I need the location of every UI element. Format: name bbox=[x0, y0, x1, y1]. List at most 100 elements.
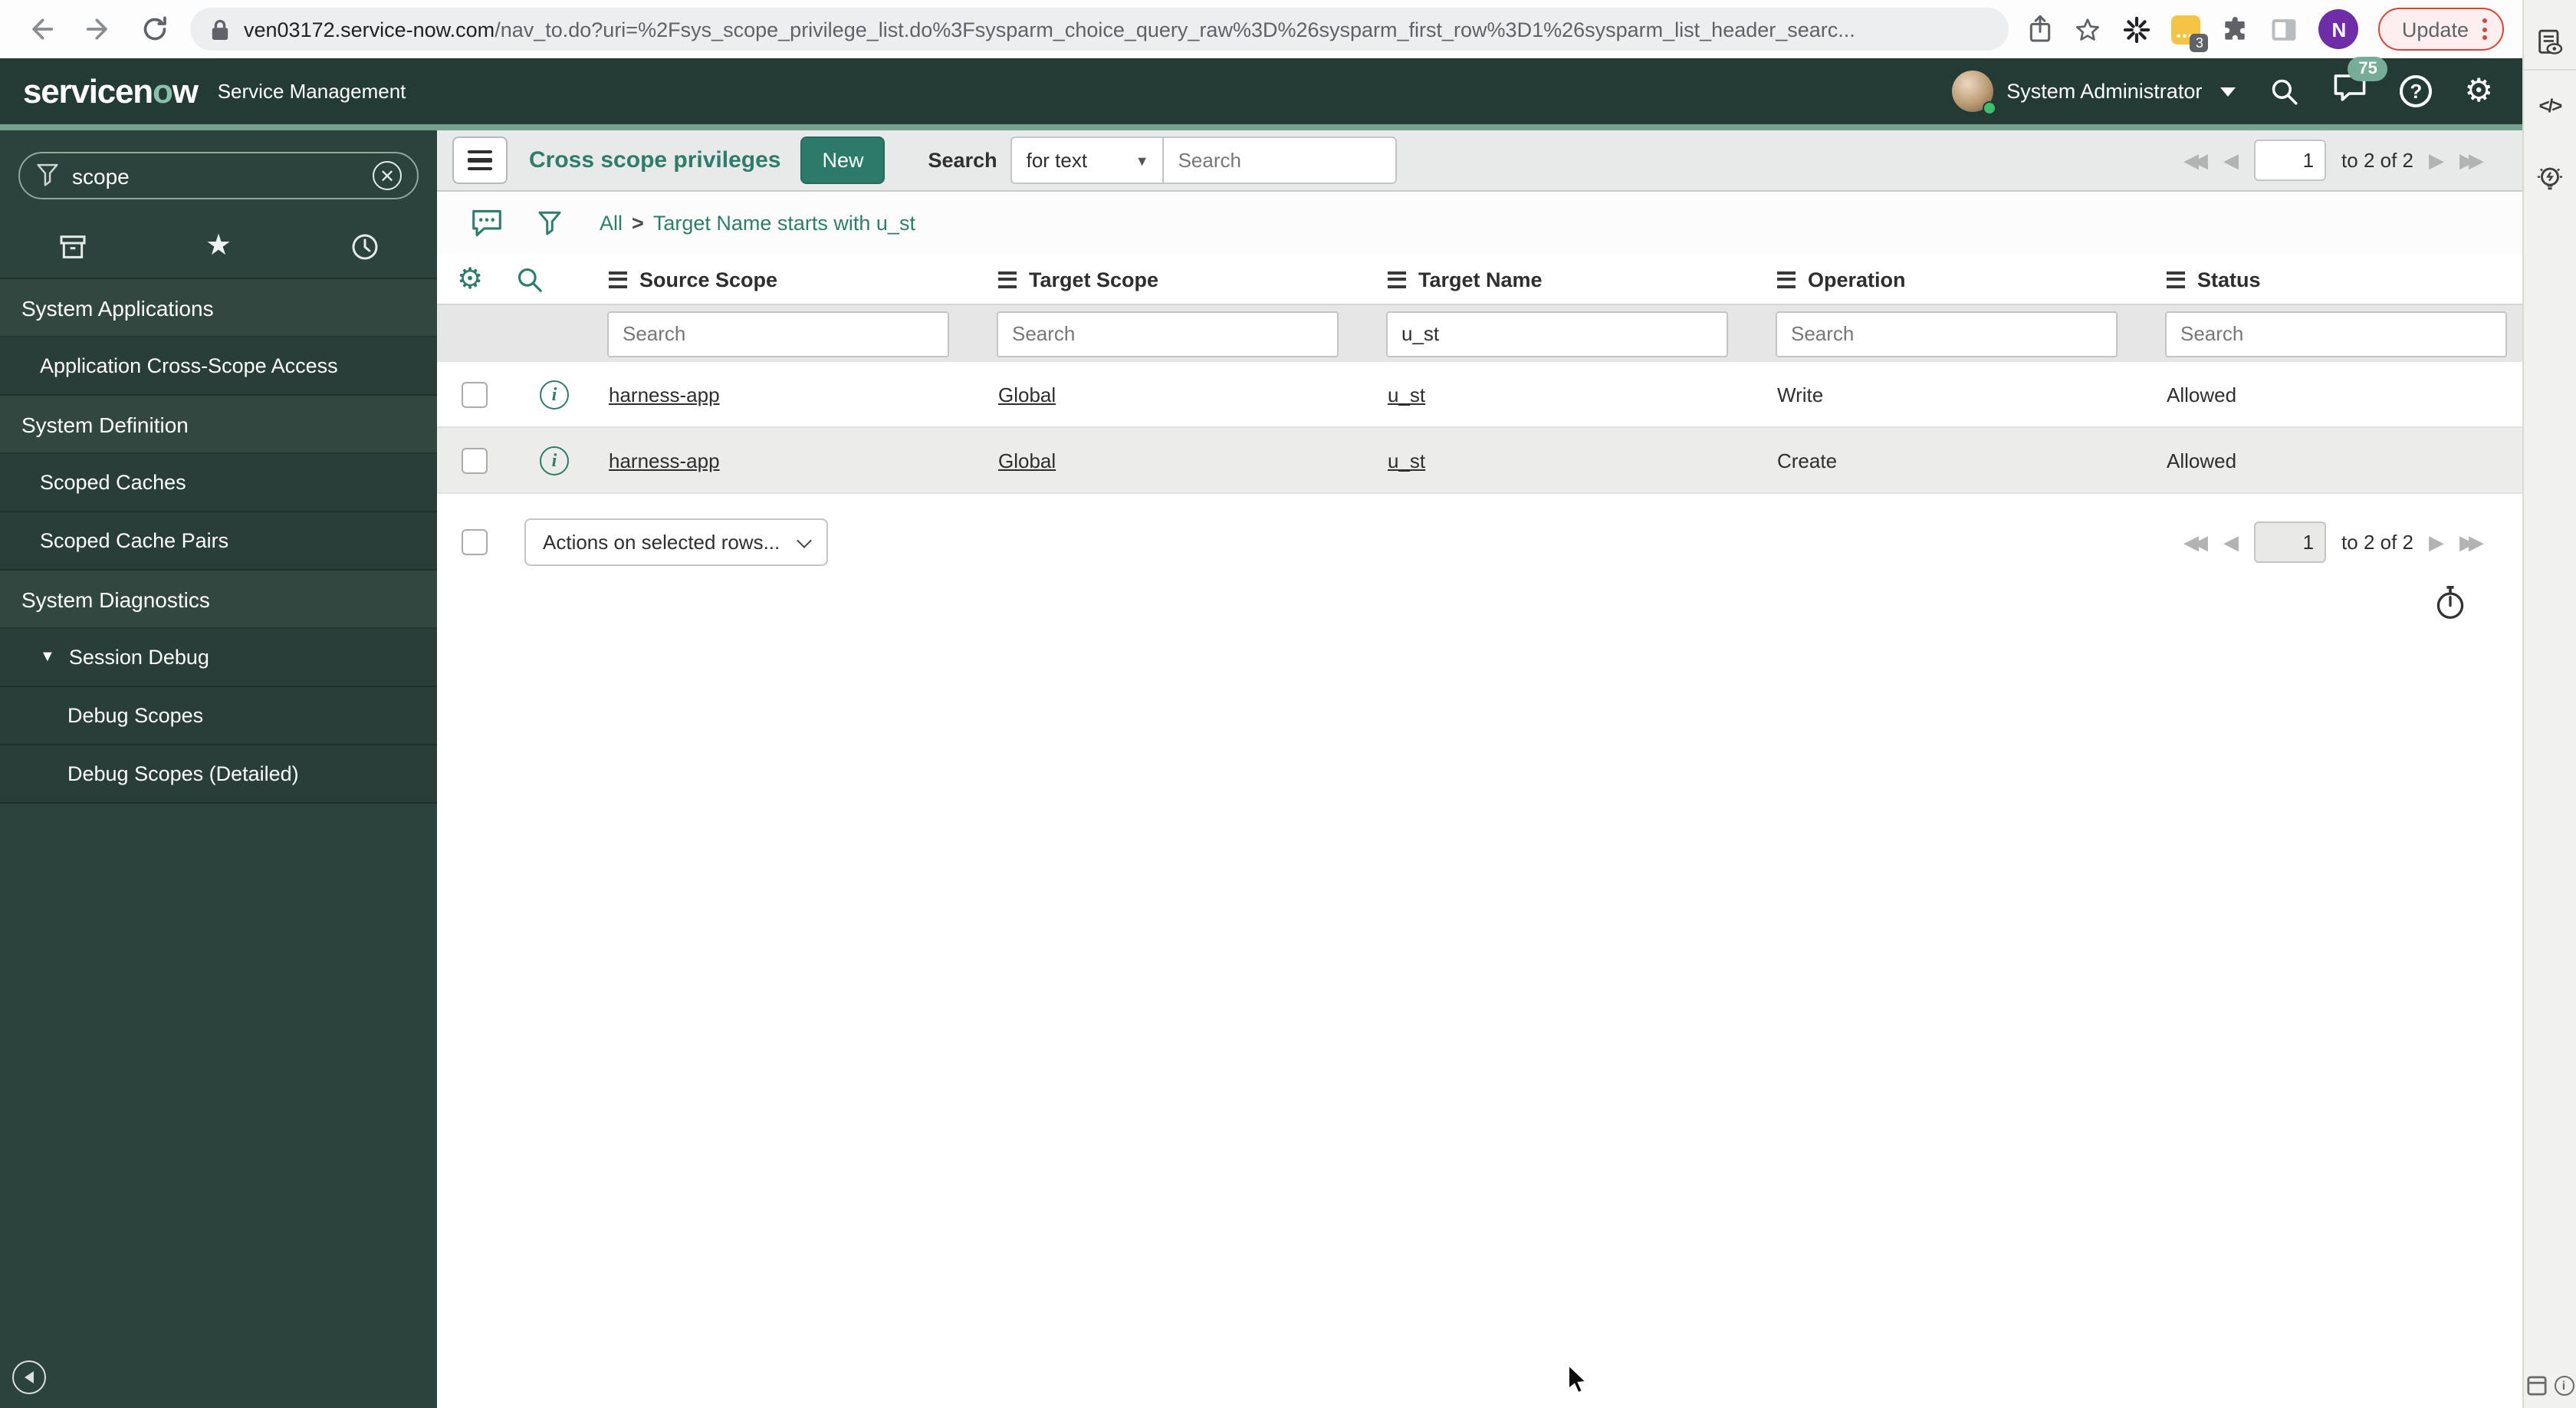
presence-dot bbox=[1982, 101, 1996, 115]
search-label: Search bbox=[928, 149, 997, 172]
column-header-target-scope[interactable]: Target Scope bbox=[964, 268, 1354, 291]
list-search-input[interactable] bbox=[1164, 137, 1398, 184]
lock-icon[interactable] bbox=[210, 18, 230, 41]
target-scope-link[interactable]: Global bbox=[998, 449, 1056, 472]
url-bar[interactable]: ven03172.service-now.com/nav_to.do?uri=%… bbox=[190, 8, 2009, 51]
settings-gear-icon[interactable]: ⚙ bbox=[2464, 75, 2493, 107]
info-icon[interactable]: i bbox=[2554, 1376, 2574, 1396]
filter-target-name-input[interactable] bbox=[1386, 311, 1728, 357]
last-page-icon[interactable]: ▶▶ bbox=[2459, 150, 2484, 170]
sidebar-section-system-diagnostics[interactable]: System Diagnostics bbox=[0, 571, 437, 629]
filter-target-scope-input[interactable] bbox=[997, 311, 1339, 357]
next-page-icon[interactable]: ▶ bbox=[2429, 150, 2444, 170]
user-avatar[interactable] bbox=[1951, 71, 1996, 115]
first-page-icon[interactable]: ◀◀ bbox=[2183, 150, 2208, 170]
target-name-link[interactable]: u_st bbox=[1388, 449, 1425, 472]
item-label: Scoped Caches bbox=[40, 471, 186, 494]
breadcrumb-row: All > Target Name starts with u_st bbox=[437, 192, 2522, 255]
filter-operation-input[interactable] bbox=[1776, 311, 2118, 357]
share-icon[interactable] bbox=[2028, 14, 2054, 44]
servicenow-logo: servicenow bbox=[23, 71, 199, 110]
reload-icon[interactable] bbox=[140, 14, 170, 44]
dev-tools-icon[interactable]: </> bbox=[2539, 95, 2563, 117]
list-title[interactable]: Cross scope privileges bbox=[529, 147, 781, 173]
collapse-sidebar-button[interactable] bbox=[12, 1360, 46, 1394]
filter-builder-icon[interactable] bbox=[537, 209, 563, 237]
list-toolbar: Cross scope privileges New Search for te… bbox=[437, 130, 2522, 192]
browser-profile-avatar[interactable]: N bbox=[2318, 9, 2359, 49]
browser-toolbar: ven03172.service-now.com/nav_to.do?uri=%… bbox=[0, 0, 2522, 58]
extension-spinner-icon[interactable] bbox=[2123, 15, 2152, 44]
record-info-icon[interactable]: i bbox=[540, 446, 569, 475]
first-page-icon[interactable]: ◀◀ bbox=[2183, 532, 2208, 552]
extensions-puzzle-icon[interactable] bbox=[2221, 15, 2250, 44]
column-header-status[interactable]: Status bbox=[2133, 268, 2522, 291]
row-checkbox[interactable] bbox=[462, 381, 488, 407]
forward-icon[interactable] bbox=[83, 14, 113, 44]
item-label: Session Debug bbox=[68, 646, 209, 669]
breadcrumb-all[interactable]: All bbox=[600, 212, 623, 235]
record-info-icon[interactable]: i bbox=[540, 380, 569, 409]
tab-history[interactable] bbox=[291, 231, 437, 262]
column-header-source-scope[interactable]: Source Scope bbox=[575, 268, 964, 291]
column-header-target-name[interactable]: Target Name bbox=[1354, 268, 1743, 291]
chrome-update-button[interactable]: Update bbox=[2378, 8, 2504, 51]
target-name-link[interactable]: u_st bbox=[1388, 383, 1425, 406]
back-icon[interactable] bbox=[26, 14, 57, 44]
sidebar-item-debug-scopes-detailed[interactable]: Debug Scopes (Detailed) bbox=[0, 745, 437, 804]
row-checkbox[interactable] bbox=[462, 447, 488, 473]
search-type-select[interactable]: for text ▼ bbox=[1010, 137, 1165, 184]
navigator-filter-input[interactable] bbox=[72, 163, 360, 188]
last-page-icon[interactable]: ▶▶ bbox=[2459, 532, 2484, 552]
sidebar-section-system-definition[interactable]: System Definition bbox=[0, 396, 437, 454]
clear-filter-icon[interactable]: ✕ bbox=[373, 161, 402, 190]
actions-select[interactable]: Actions on selected rows... bbox=[524, 518, 828, 566]
expanded-caret-icon[interactable]: ▼ bbox=[40, 649, 55, 666]
user-menu[interactable]: System Administrator bbox=[1951, 71, 2236, 115]
page-number-input[interactable] bbox=[2254, 140, 2327, 181]
column-header-operation[interactable]: Operation bbox=[1743, 268, 2133, 291]
list-menu-button[interactable] bbox=[452, 137, 508, 184]
status-cell: Allowed bbox=[2167, 449, 2237, 472]
panel-toggle-icon[interactable] bbox=[2526, 1376, 2546, 1396]
sidebar-item-application-cross-scope-access[interactable]: Application Cross-Scope Access bbox=[0, 337, 437, 396]
lightbulb-icon[interactable] bbox=[2533, 163, 2567, 196]
list-comments-icon[interactable] bbox=[471, 209, 503, 238]
section-label: System Diagnostics bbox=[21, 587, 210, 611]
breadcrumb-filter[interactable]: Target Name starts with u_st bbox=[653, 212, 915, 235]
filter-funnel-icon bbox=[35, 163, 60, 189]
source-scope-link[interactable]: harness-app bbox=[609, 383, 720, 406]
extension-notes-icon[interactable]: ••• 3 bbox=[2171, 15, 2209, 51]
personalize-gear-icon[interactable]: ⚙ bbox=[457, 265, 483, 294]
global-search-icon[interactable] bbox=[2268, 75, 2300, 107]
next-page-icon[interactable]: ▶ bbox=[2429, 532, 2444, 552]
previous-page-icon[interactable]: ◀ bbox=[2223, 532, 2239, 552]
previous-page-icon[interactable]: ◀ bbox=[2223, 150, 2239, 170]
filter-source-scope-input[interactable] bbox=[607, 311, 949, 357]
tab-all-applications[interactable] bbox=[0, 231, 146, 262]
column-search-icon[interactable] bbox=[515, 265, 544, 294]
response-time-icon[interactable] bbox=[2433, 584, 2467, 629]
sidebar-section-system-applications[interactable]: System Applications bbox=[0, 279, 437, 337]
sidebar-item-session-debug[interactable]: ▼ Session Debug bbox=[0, 629, 437, 687]
sidebar-item-debug-scopes[interactable]: Debug Scopes bbox=[0, 687, 437, 745]
operation-cell: Create bbox=[1777, 449, 1838, 472]
reading-mode-icon[interactable] bbox=[2535, 28, 2565, 58]
help-icon[interactable]: ? bbox=[2400, 75, 2433, 107]
strip-divider bbox=[2524, 69, 2576, 71]
select-all-checkbox[interactable] bbox=[462, 529, 488, 555]
connect-chat-icon[interactable]: 75 bbox=[2332, 57, 2388, 110]
browser-menu-icon[interactable] bbox=[2482, 18, 2487, 40]
page-number-input[interactable] bbox=[2254, 521, 2327, 563]
new-button[interactable]: New bbox=[800, 137, 886, 184]
tab-favorites[interactable]: ★ bbox=[146, 232, 291, 261]
navigator-filter[interactable]: ✕ bbox=[18, 152, 419, 199]
side-panel-icon[interactable] bbox=[2270, 16, 2299, 42]
sidebar-item-scoped-caches[interactable]: Scoped Caches bbox=[0, 454, 437, 512]
browser-actions: ••• 3 N Update bbox=[2028, 8, 2522, 51]
filter-status-input[interactable] bbox=[2165, 311, 2507, 357]
target-scope-link[interactable]: Global bbox=[998, 383, 1056, 406]
sidebar-item-scoped-cache-pairs[interactable]: Scoped Cache Pairs bbox=[0, 512, 437, 571]
source-scope-link[interactable]: harness-app bbox=[609, 449, 720, 472]
bookmark-star-icon[interactable] bbox=[2074, 15, 2103, 44]
